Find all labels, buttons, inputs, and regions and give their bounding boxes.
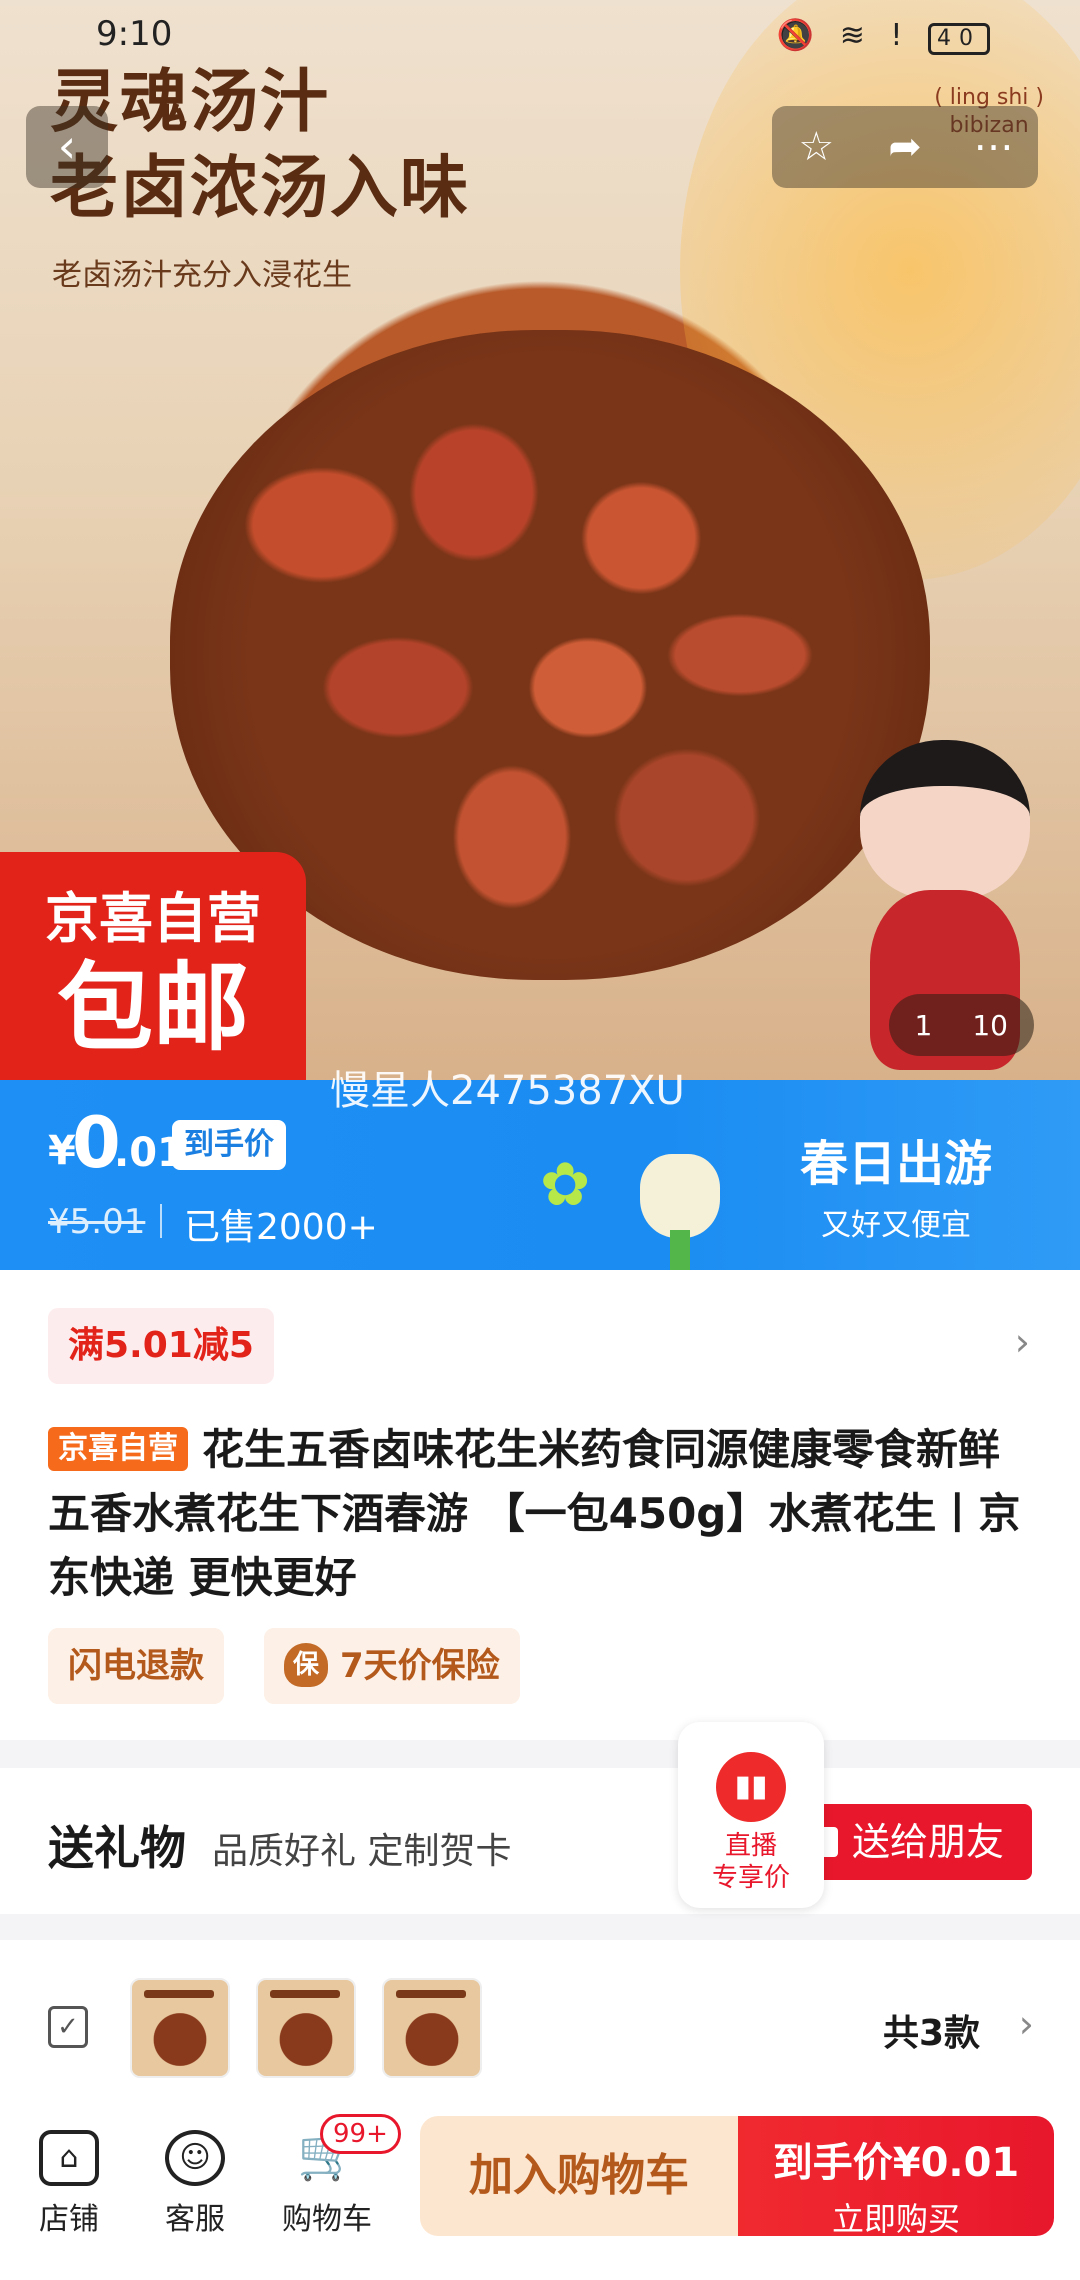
live-bars-icon: ▮▮	[716, 1752, 786, 1822]
hero-title-line2: 老卤浓汤入味	[50, 149, 471, 228]
chevron-left-icon: ‹	[57, 119, 77, 173]
back-button[interactable]: ‹	[26, 106, 108, 188]
badge-line2: 包邮	[57, 952, 249, 1064]
product-title: 京喜自营 花生五香卤味花生米药食同源健康零食新鲜五香水煮花生下酒春游 【一包450…	[48, 1418, 1038, 1610]
variant-thumb[interactable]	[382, 1978, 482, 2078]
top-actions: ☆ ➦ ⋯	[772, 106, 1038, 188]
battery-icon: 40	[928, 23, 990, 55]
promo-subtitle: 又好又便宜	[821, 1208, 971, 1243]
send-to-friend-label: 送给朋友	[851, 1820, 1004, 1864]
gift-title: 送礼物	[48, 1821, 186, 1875]
lightning-refund-chip[interactable]: 闪电退款	[48, 1628, 224, 1704]
pager-total: 10	[972, 1008, 1008, 1042]
final-price-tag: 到手价	[172, 1120, 286, 1170]
shop-button[interactable]: ⌂ 店铺	[14, 2120, 124, 2238]
chat-smile-icon: ☺	[165, 2130, 225, 2186]
pager-current: 1	[914, 1008, 933, 1042]
buy-price: 到手价¥0.01	[772, 2140, 1020, 2186]
live-line2: 专享价	[711, 1863, 790, 1893]
variant-strip[interactable]: ✓ 共3款 ›	[0, 1940, 1080, 2110]
sold-count: 已售2000+	[184, 1207, 378, 1248]
cart-label: 购物车	[282, 2202, 372, 2237]
self-operated-badge: 京喜自营 包邮	[0, 852, 306, 1080]
product-title-text: 花生五香卤味花生米药食同源健康零食新鲜五香水煮花生下酒春游 【一包450g】水煮…	[48, 1425, 1021, 1602]
cart-count-badge: 99+	[320, 2114, 401, 2154]
original-price: ¥5.01	[48, 1202, 146, 1242]
coupon-badge[interactable]: 满5.01减5	[48, 1308, 274, 1384]
product-info-card: 满5.01减5 › 京喜自营 花生五香卤味花生米药食同源健康零食新鲜五香水煮花生下…	[0, 1270, 1080, 1740]
favorite-star-icon[interactable]: ☆	[781, 124, 851, 170]
bottom-action-bar: ⌂ 店铺 ☺ 客服 🛒 购物车 99+ 加入购物车 到手价¥0.01 立即购买	[0, 2110, 1080, 2280]
status-icons: 🔕 ≋ ! 40	[777, 18, 990, 55]
hero-headline: 灵魂汤汁 老卤浓汤入味	[50, 60, 470, 232]
gift-subtitle: 品质好礼 定制贺卡	[212, 1831, 512, 1872]
customer-service-button[interactable]: ☺ 客服	[140, 2120, 250, 2238]
live-line1: 直播	[724, 1831, 777, 1861]
hero-title-line1: 灵魂汤汁	[50, 63, 331, 142]
variant-thumb[interactable]	[130, 1978, 230, 2078]
shield-icon: 保	[284, 1643, 328, 1687]
promo-title: 春日出游	[800, 1136, 993, 1192]
buy-now-button[interactable]: 到手价¥0.01 立即购买	[738, 2116, 1054, 2238]
buy-now-label: 立即购买	[831, 2200, 960, 2238]
mascot-head	[860, 740, 1030, 900]
clover-flower-icon: ✿	[540, 1150, 591, 1220]
tulip-stem	[670, 1230, 690, 1270]
more-icon[interactable]: ⋯	[959, 124, 1029, 170]
chevron-right-icon: ›	[1018, 2002, 1034, 2046]
wifi-icon: ≋	[839, 18, 873, 53]
badge-line1: 京喜自营	[45, 887, 261, 950]
price-protection-label: 7天价保险	[340, 1646, 500, 1686]
spring-promo: 春日出游 又好又便宜	[800, 1124, 992, 1244]
share-icon[interactable]: ➦	[870, 124, 940, 170]
variant-count: 共3款	[882, 2013, 980, 2054]
price-protection-chip[interactable]: 保 7天价保险	[264, 1628, 520, 1704]
alert-icon: !	[890, 18, 911, 53]
chevron-right-icon[interactable]: ›	[1015, 1320, 1030, 1364]
image-pager: 1 10	[888, 994, 1034, 1056]
store-icon: ⌂	[39, 2130, 99, 2186]
live-price-float[interactable]: ▮▮ 直播 专享价	[678, 1722, 824, 1908]
price-divider	[160, 1204, 162, 1238]
status-time: 9:10	[96, 14, 173, 54]
gift-card: 送礼物 品质好礼 定制贺卡 送给朋友	[0, 1768, 1080, 1914]
user-watermark: 慢星人2475387XU	[330, 1068, 685, 1114]
status-bar: 9:10 🔕 ≋ ! 40	[0, 0, 1080, 70]
tulip-icon	[640, 1154, 720, 1238]
shop-label: 店铺	[39, 2202, 99, 2237]
service-label: 客服	[165, 2202, 225, 2237]
variant-check-icon: ✓	[48, 2006, 88, 2048]
variant-thumb[interactable]	[256, 1978, 356, 2078]
hero-subtitle: 老卤汤汁充分入浸花生	[52, 258, 352, 293]
mute-icon: 🔕	[776, 18, 823, 53]
product-detail-screen: 灵魂汤汁 老卤浓汤入味 老卤汤汁充分入浸花生 ( ling shi ) bibi…	[0, 0, 1080, 2280]
self-operated-tag: 京喜自营	[48, 1427, 188, 1471]
add-to-cart-button[interactable]: 加入购物车	[420, 2116, 738, 2236]
